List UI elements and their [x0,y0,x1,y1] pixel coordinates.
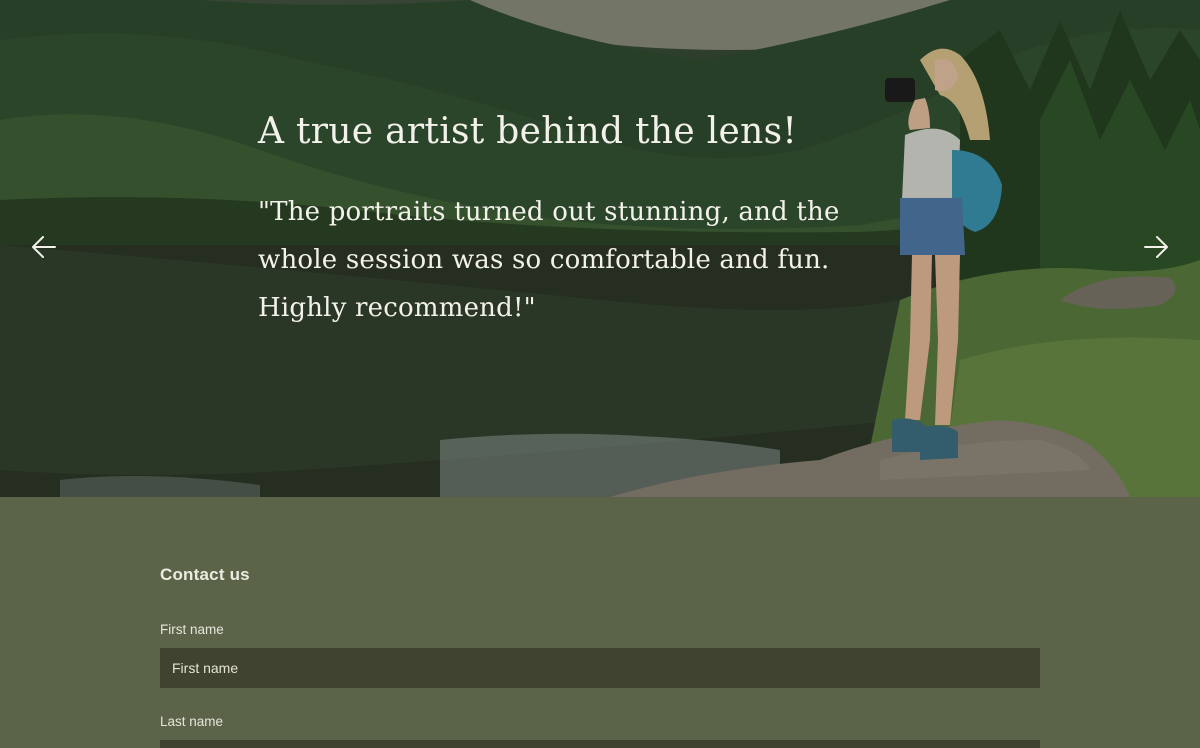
next-slide-button[interactable] [1139,230,1173,264]
previous-slide-button[interactable] [27,230,61,264]
last-name-label: Last name [160,714,224,729]
contact-form-section: Contact us First name Last name [0,497,1200,748]
arrow-right-icon [1144,236,1168,258]
contact-heading: Contact us [160,565,250,584]
first-name-field[interactable] [160,648,1040,688]
last-name-field[interactable] [160,740,1040,748]
arrow-left-icon [32,236,56,258]
testimonial-quote: "The portraits turned out stunning, and … [258,197,840,323]
first-name-label: First name [160,622,224,637]
testimonial-slider: A true artist behind the lens! "The port… [0,0,1200,497]
testimonial-title: A true artist behind the lens! [258,111,798,152]
